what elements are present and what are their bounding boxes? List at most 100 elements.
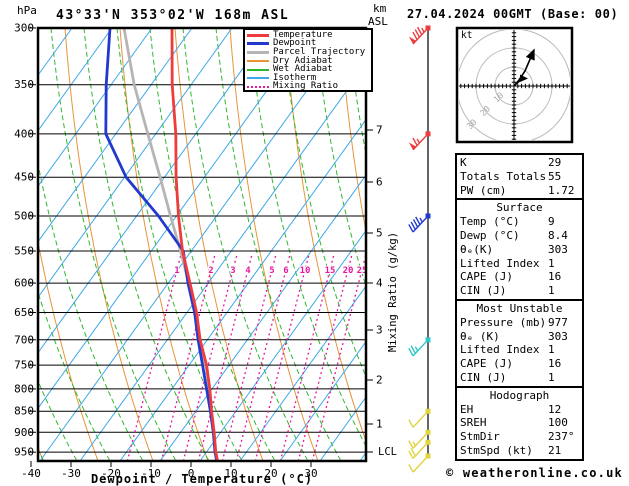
panel-row-value: 303 [548, 243, 568, 257]
panel-row: CAPE (J)16 [460, 357, 579, 371]
svg-text:650: 650 [14, 306, 34, 319]
panel-row-label: θₑ (K) [460, 330, 500, 343]
svg-text:450: 450 [14, 171, 34, 184]
panel-row: PW (cm)1.72 [460, 184, 579, 198]
asl-unit-label: ASL [368, 15, 388, 28]
panel-row-value: 1 [548, 257, 555, 271]
panel-row: CIN (J) 1 [460, 371, 579, 385]
page-title: 43°33'N 353°02'W 168m ASL [56, 8, 289, 23]
panel-row-value: 12 [548, 403, 561, 417]
svg-text:6: 6 [376, 176, 383, 189]
mixing-ratio-axis-label: Mixing Ratio (g/kg) [387, 232, 399, 352]
svg-text:700: 700 [14, 333, 34, 346]
panel-row: SREH100 [460, 416, 579, 430]
svg-text:2: 2 [376, 374, 383, 387]
panel-row-label: Temp (°C) [460, 215, 520, 228]
svg-text:3: 3 [376, 324, 383, 337]
svg-text:15: 15 [325, 266, 336, 276]
hodograph-unit-label: kt [461, 30, 472, 41]
panel-row-label: StmSpd (kt) [460, 444, 533, 457]
pressure-unit-label: hPa [17, 4, 37, 17]
mixing-ratio-lines: 12345610152025 [128, 256, 368, 460]
legend-line-sample [247, 51, 269, 54]
svg-text:350: 350 [14, 78, 34, 91]
sounding-page: 1234561015202530035040045050055060065070… [0, 0, 629, 486]
svg-text:10: 10 [300, 266, 311, 276]
datetime-label: 27.04.2024 00GMT (Base: 00) [407, 7, 618, 21]
svg-text:5: 5 [269, 266, 274, 276]
panel-row-label: EH [460, 403, 473, 416]
svg-text:5: 5 [376, 227, 383, 240]
info-panel-indices: K 29Totals Totals55PW (cm)1.72 [455, 153, 584, 200]
svg-text:2: 2 [208, 266, 213, 276]
legend: TemperatureDewpointParcel TrajectoryDry … [243, 28, 373, 92]
panel-row-value: 1.72 [548, 184, 575, 198]
panel-row: θₑ(K) 303 [460, 243, 579, 257]
panel-row-value: 1 [548, 343, 555, 357]
info-panels: K 29Totals Totals55PW (cm)1.72 SurfaceTemp… [455, 155, 584, 461]
info-panel-hodograph: HodographEH 12SREH100StmDir237°StmSpd (kt… [455, 386, 584, 461]
panel-row-label: K [460, 156, 467, 169]
svg-text:800: 800 [14, 382, 34, 395]
svg-text:500: 500 [14, 209, 34, 222]
panel-row-label: CAPE (J) [460, 357, 513, 370]
legend-item: Mixing Ratio [247, 83, 369, 92]
svg-text:750: 750 [14, 359, 34, 372]
panel-row: EH 12 [460, 403, 579, 417]
panel-row-label: SREH [460, 416, 487, 429]
svg-text:20: 20 [343, 266, 354, 276]
svg-text:4: 4 [245, 266, 251, 276]
panel-row-label: Totals Totals [460, 170, 546, 183]
svg-text:900: 900 [14, 426, 34, 439]
svg-text:300: 300 [14, 21, 34, 34]
svg-text:850: 850 [14, 405, 34, 418]
panel-row: θₑ (K)303 [460, 330, 579, 344]
panel-row-value: 8.4 [548, 229, 568, 243]
panel-title: Surface [460, 201, 579, 215]
panel-row-label: StmDir [460, 430, 500, 443]
legend-line-sample [247, 86, 269, 88]
svg-text:6: 6 [283, 266, 288, 276]
svg-text:950: 950 [14, 446, 34, 459]
panel-row-label: Dewp (°C) [460, 229, 520, 242]
panel-row: Temp (°C)9 [460, 215, 579, 229]
panel-title: Hodograph [460, 389, 579, 403]
svg-text:400: 400 [14, 127, 34, 140]
panel-row-value: 29 [548, 156, 561, 170]
panel-row: K 29 [460, 156, 579, 170]
info-panel-surface: SurfaceTemp (°C)9Dewp (°C)8.4θₑ(K)303Lif… [455, 198, 584, 301]
panel-row: StmDir237° [460, 430, 579, 444]
panel-row: Lifted Index 1 [460, 257, 579, 271]
x-axis-label: Dewpoint / Temperature (°C) [38, 472, 366, 486]
panel-row-label: CIN (J) [460, 371, 506, 384]
svg-text:1: 1 [376, 418, 383, 431]
legend-line-sample [247, 60, 269, 62]
panel-row-label: Pressure (mb) [460, 316, 546, 329]
panel-title: Most Unstable [460, 302, 579, 316]
legend-line-sample [247, 69, 269, 71]
copyright-footer: © weatheronline.co.uk [446, 466, 623, 480]
svg-text:600: 600 [14, 277, 34, 290]
legend-line-sample [247, 77, 269, 79]
svg-text:3: 3 [230, 266, 235, 276]
panel-row-label: Lifted Index [460, 257, 539, 270]
panel-row-label: CIN (J) [460, 284, 506, 297]
panel-row: Totals Totals55 [460, 170, 579, 184]
panel-row-label: CAPE (J) [460, 270, 513, 283]
panel-row-value: 1 [548, 371, 555, 385]
svg-text:550: 550 [14, 245, 34, 258]
panel-row: StmSpd (kt) 21 [460, 444, 579, 458]
panel-row-value: 21 [548, 444, 561, 458]
wind-barb-column [409, 25, 431, 472]
legend-line-sample [247, 34, 269, 37]
svg-text:4: 4 [376, 277, 383, 290]
legend-line-sample [247, 42, 269, 45]
panel-row-label: Lifted Index [460, 343, 539, 356]
panel-row: Lifted Index 1 [460, 343, 579, 357]
info-panel-most-unstable: Most UnstablePressure (mb)977θₑ (K)303Li… [455, 299, 584, 388]
panel-row-label: θₑ(K) [460, 243, 493, 256]
panel-row-value: 16 [548, 270, 561, 284]
km-unit-label: km [373, 2, 386, 15]
svg-text:7: 7 [376, 124, 383, 137]
panel-row-value: 55 [548, 170, 561, 184]
